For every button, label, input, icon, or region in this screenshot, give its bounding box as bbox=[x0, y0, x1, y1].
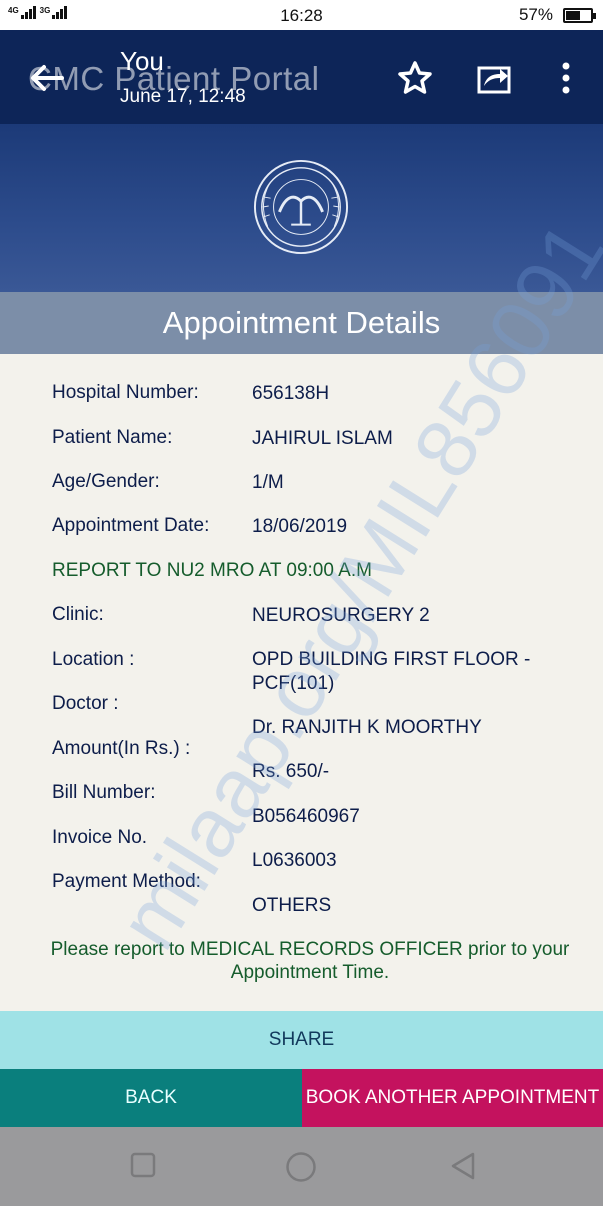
invoice-number-value: L0636003 bbox=[252, 850, 337, 871]
back-triangle-icon[interactable] bbox=[449, 1151, 477, 1181]
recents-square-icon[interactable] bbox=[129, 1151, 157, 1179]
clock: 16:28 bbox=[280, 6, 323, 25]
patient-name-label: Patient Name: bbox=[52, 427, 173, 448]
more-options-icon[interactable] bbox=[556, 60, 576, 96]
bill-number-value: B056460967 bbox=[252, 806, 360, 827]
status-bar: 4G 3G 16:28 57% bbox=[0, 0, 603, 30]
age-gender-label: Age/Gender: bbox=[52, 471, 160, 492]
app-bar: CMC Patient Portal You June 17, 12:48 bbox=[0, 30, 603, 124]
hospital-seal-logo bbox=[253, 159, 349, 255]
battery-icon bbox=[563, 8, 596, 23]
share-button[interactable]: SHARE bbox=[0, 1011, 603, 1069]
forward-icon[interactable] bbox=[476, 60, 512, 96]
clinic-label: Clinic: bbox=[52, 604, 104, 625]
book-another-appointment-button[interactable]: BOOK ANOTHER APPOINTMENT bbox=[302, 1069, 603, 1127]
doctor-label: Doctor : bbox=[52, 693, 119, 714]
hospital-number-label: Hospital Number: bbox=[52, 382, 199, 403]
location-label: Location : bbox=[52, 649, 135, 670]
bill-number-label: Bill Number: bbox=[52, 782, 156, 803]
home-circle-icon[interactable] bbox=[285, 1151, 317, 1183]
system-navigation-bar bbox=[0, 1127, 603, 1206]
appointment-date-label: Appointment Date: bbox=[52, 515, 210, 536]
back-button[interactable]: BACK bbox=[0, 1069, 302, 1127]
star-icon[interactable] bbox=[397, 60, 433, 96]
amount-label: Amount(In Rs.) : bbox=[52, 738, 191, 759]
payment-method-value: OTHERS bbox=[252, 895, 332, 916]
battery-percent: 57% bbox=[518, 5, 553, 24]
invoice-number-label: Invoice No. bbox=[52, 827, 148, 848]
back-arrow-icon[interactable] bbox=[28, 62, 64, 94]
report-note: Please report to MEDICAL RECORDS OFFICER… bbox=[50, 939, 570, 983]
message-timestamp: June 17, 12:48 bbox=[120, 86, 246, 107]
message-sender: You bbox=[120, 46, 164, 76]
